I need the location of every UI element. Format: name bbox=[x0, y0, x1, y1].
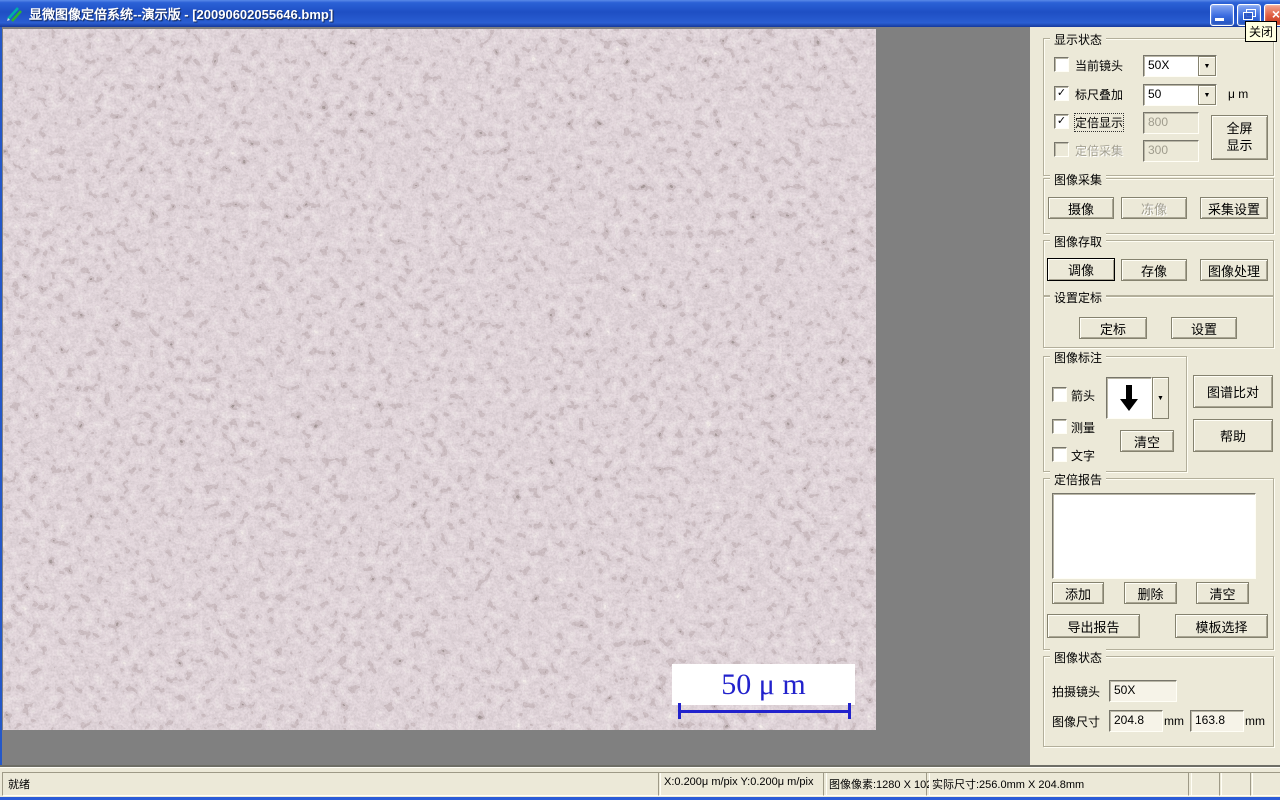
report-delete-button[interactable]: 删除 bbox=[1124, 582, 1177, 604]
atlas-compare-button[interactable]: 图谱比对 bbox=[1193, 375, 1273, 408]
status-actual-size: 实际尺寸:256.0mm X 204.8mm bbox=[926, 772, 1192, 796]
dropdown-arrow-icon[interactable]: ▼ bbox=[1198, 56, 1216, 76]
scale-bar-left-tick bbox=[678, 703, 681, 719]
group-display-status: 显示状态 当前镜头 50X ▼ ✓ 标尺叠加 50 ▼ μ m ✓ 定倍显示 8… bbox=[1043, 38, 1274, 176]
arrow-style-combo[interactable]: ▼ bbox=[1106, 377, 1169, 419]
ruler-value-combo[interactable]: 50 ▼ bbox=[1143, 84, 1217, 106]
group-report: 定倍报告 添加 删除 清空 导出报告 模板选择 bbox=[1043, 478, 1274, 650]
dropdown-arrow-icon[interactable]: ▼ bbox=[1198, 85, 1216, 105]
label-ruler-overlay: 标尺叠加 bbox=[1075, 86, 1123, 103]
status-empty-2 bbox=[1219, 772, 1253, 796]
group-annotation: 图像标注 箭头 ▼ 测量 文字 清空 bbox=[1043, 356, 1187, 472]
status-ready: 就绪 bbox=[2, 772, 661, 796]
control-panel: 显示状态 当前镜头 50X ▼ ✓ 标尺叠加 50 ▼ μ m ✓ 定倍显示 8… bbox=[1030, 27, 1280, 765]
report-clear-button[interactable]: 清空 bbox=[1196, 582, 1249, 604]
ruler-value: 50 bbox=[1144, 85, 1198, 105]
close-tooltip: 关闭 bbox=[1245, 21, 1277, 42]
dropdown-arrow-icon[interactable]: ▼ bbox=[1152, 377, 1169, 419]
checkbox-measure[interactable] bbox=[1052, 419, 1067, 434]
group-image-storage-title: 图像存取 bbox=[1050, 233, 1106, 250]
settings-button[interactable]: 设置 bbox=[1171, 317, 1237, 339]
label-fixed-display: 定倍显示 bbox=[1075, 114, 1123, 131]
label-height-unit: mm bbox=[1245, 714, 1265, 728]
group-report-title: 定倍报告 bbox=[1050, 471, 1106, 488]
label-measure: 测量 bbox=[1071, 419, 1095, 436]
label-ruler-unit: μ m bbox=[1228, 87, 1248, 101]
current-lens-combo[interactable]: 50X ▼ bbox=[1143, 55, 1217, 77]
status-pixel-scale: X:0.200μ m/pix Y:0.200μ m/pix bbox=[658, 772, 827, 796]
label-fixed-capture: 定倍采集 bbox=[1075, 142, 1123, 159]
image-viewport[interactable]: 50 μ m bbox=[3, 29, 876, 730]
help-button[interactable]: 帮助 bbox=[1193, 419, 1273, 452]
group-image-status-title: 图像状态 bbox=[1050, 649, 1106, 666]
checkbox-ruler-overlay[interactable]: ✓ bbox=[1054, 86, 1069, 101]
fixed-display-field: 800 bbox=[1143, 112, 1199, 134]
application-window: 显微图像定倍系统--演示版 - [20090602055646.bmp] × bbox=[0, 0, 1280, 800]
group-calibration-title: 设置定标 bbox=[1050, 289, 1106, 306]
calibrate-button[interactable]: 定标 bbox=[1079, 317, 1147, 339]
scale-bar-text: 50 μ m bbox=[721, 668, 805, 702]
fixed-capture-field: 300 bbox=[1143, 140, 1199, 162]
title-bar[interactable]: 显微图像定倍系统--演示版 - [20090602055646.bmp] × bbox=[0, 0, 1280, 27]
checkbox-text[interactable] bbox=[1052, 447, 1067, 462]
window-left-border bbox=[0, 27, 2, 765]
window-title: 显微图像定倍系统--演示版 - [20090602055646.bmp] bbox=[29, 4, 333, 23]
group-image-storage: 图像存取 调像 存像 图像处理 bbox=[1043, 240, 1274, 296]
status-empty-3 bbox=[1250, 772, 1280, 796]
group-image-capture: 图像采集 摄像 冻像 采集设置 bbox=[1043, 178, 1274, 234]
freeze-button: 冻像 bbox=[1121, 197, 1187, 219]
image-width-field: 204.8 bbox=[1109, 710, 1163, 732]
save-image-button[interactable]: 存像 bbox=[1121, 259, 1187, 281]
label-width-unit: mm bbox=[1164, 714, 1184, 728]
group-calibration: 设置定标 定标 设置 bbox=[1043, 296, 1274, 348]
template-select-button[interactable]: 模板选择 bbox=[1175, 614, 1268, 638]
group-annotation-title: 图像标注 bbox=[1050, 349, 1106, 366]
scale-bar-label-box: 50 μ m bbox=[672, 664, 855, 705]
label-arrow: 箭头 bbox=[1071, 387, 1095, 404]
checkbox-fixed-capture bbox=[1054, 142, 1069, 157]
clear-annotation-button[interactable]: 清空 bbox=[1120, 430, 1174, 452]
export-report-button[interactable]: 导出报告 bbox=[1047, 614, 1140, 638]
label-text: 文字 bbox=[1071, 447, 1095, 464]
app-icon bbox=[5, 5, 23, 23]
checkbox-current-lens[interactable] bbox=[1054, 57, 1069, 72]
group-image-status: 图像状态 拍摄镜头 50X 图像尺寸 204.8 mm 163.8 mm bbox=[1043, 656, 1274, 747]
scale-bar-line bbox=[678, 710, 851, 713]
status-empty-1 bbox=[1188, 772, 1222, 796]
label-shooting-lens: 拍摄镜头 bbox=[1052, 683, 1100, 700]
group-image-capture-title: 图像采集 bbox=[1050, 171, 1106, 188]
image-process-button[interactable]: 图像处理 bbox=[1200, 259, 1268, 281]
label-image-size: 图像尺寸 bbox=[1052, 713, 1100, 730]
minimize-button[interactable] bbox=[1210, 4, 1234, 26]
report-add-button[interactable]: 添加 bbox=[1052, 582, 1104, 604]
fullscreen-button[interactable]: 全屏 显示 bbox=[1211, 115, 1268, 160]
shooting-lens-field: 50X bbox=[1109, 680, 1177, 702]
current-lens-value: 50X bbox=[1144, 56, 1198, 76]
status-image-pixels: 图像像素:1280 X 1024 bbox=[823, 772, 930, 796]
checkbox-fixed-display[interactable]: ✓ bbox=[1054, 114, 1069, 129]
capture-settings-button[interactable]: 采集设置 bbox=[1200, 197, 1268, 219]
load-image-button[interactable]: 调像 bbox=[1047, 258, 1115, 281]
minimize-icon bbox=[1215, 18, 1224, 21]
shoot-button[interactable]: 摄像 bbox=[1048, 197, 1114, 219]
image-height-field: 163.8 bbox=[1190, 710, 1244, 732]
scale-bar-right-tick bbox=[848, 703, 851, 719]
micrograph-image bbox=[3, 29, 876, 730]
checkbox-arrow[interactable] bbox=[1052, 387, 1067, 402]
group-display-status-title: 显示状态 bbox=[1050, 31, 1106, 48]
status-bar: 就绪 X:0.200μ m/pix Y:0.200μ m/pix 图像像素:12… bbox=[0, 767, 1280, 798]
report-listbox[interactable] bbox=[1052, 493, 1256, 579]
label-current-lens: 当前镜头 bbox=[1075, 57, 1123, 74]
down-arrow-icon bbox=[1106, 377, 1152, 419]
